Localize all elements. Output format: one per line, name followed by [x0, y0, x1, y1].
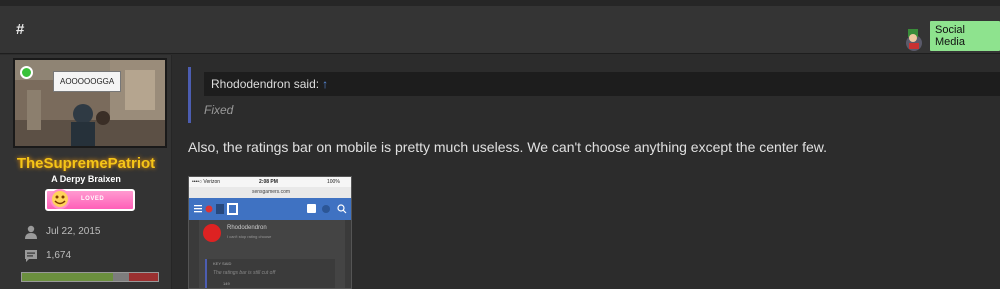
loved-badge: LOVED — [45, 189, 135, 211]
user-icon — [25, 225, 37, 239]
avatar-speech-bubble: AOOOOOGGA — [53, 71, 122, 92]
rating-negative-segment — [129, 273, 158, 281]
badge-label: LOVED — [81, 196, 105, 202]
phone-carrier: ••••○ Verizon — [192, 179, 221, 185]
social-media-button[interactable]: Social Media — [930, 21, 1000, 51]
smile-face-icon — [50, 189, 70, 209]
user-avatar[interactable]: AOOOOOGGA — [13, 58, 167, 148]
phone-site-nav — [189, 198, 351, 220]
online-status-icon — [20, 66, 33, 79]
message-count: 1,674 — [46, 250, 72, 261]
username[interactable]: TheSupremePatriot — [0, 155, 172, 172]
quote-header: Rhododendron said: ↑ — [204, 72, 1000, 96]
phone-quote-header: KEY SAID — [213, 261, 232, 266]
user-avatar-icon[interactable] — [903, 26, 925, 52]
thread-header: # Social Media — [0, 6, 1000, 54]
phone-user-subtitle: I can't stop rating choose — [227, 234, 272, 239]
phone-quote-text: The ratings bar is still cut off — [213, 270, 276, 276]
phone-url-bar: sensgamers.com — [189, 187, 351, 198]
phone-nav-icons — [194, 203, 347, 215]
attached-screenshot[interactable]: ••••○ Verizon 2:08 PM 100% sensgamers.co… — [188, 176, 352, 289]
user-sidebar: AOOOOOGGA TheSupremePatriot A Derpy Brai… — [0, 55, 172, 289]
phone-battery: 100% — [327, 179, 340, 185]
rating-positive-segment — [22, 273, 114, 281]
phone-avatar — [203, 224, 221, 242]
post-message: Also, the ratings bar on mobile is prett… — [188, 139, 827, 155]
thread-title: # — [16, 21, 25, 38]
jump-to-quote-icon[interactable]: ↑ — [322, 77, 328, 91]
rating-bar[interactable] — [21, 272, 159, 282]
quote-text: Fixed — [204, 103, 234, 117]
quote-author[interactable]: Rhododendron said: ↑ — [211, 77, 328, 91]
phone-status-bar: ••••○ Verizon 2:08 PM 100% — [189, 177, 351, 187]
phone-username: Rhododendron — [227, 225, 267, 231]
chat-icon — [25, 250, 37, 262]
quote-block: Rhododendron said: ↑ Fixed — [188, 67, 1000, 123]
user-title: A Derpy Braixen — [51, 174, 121, 184]
phone-time: 2:08 PM — [259, 179, 278, 185]
join-date: Jul 22, 2015 — [46, 226, 101, 237]
phone-quote-count: 149 — [223, 281, 230, 286]
rating-neutral-segment — [113, 273, 130, 281]
